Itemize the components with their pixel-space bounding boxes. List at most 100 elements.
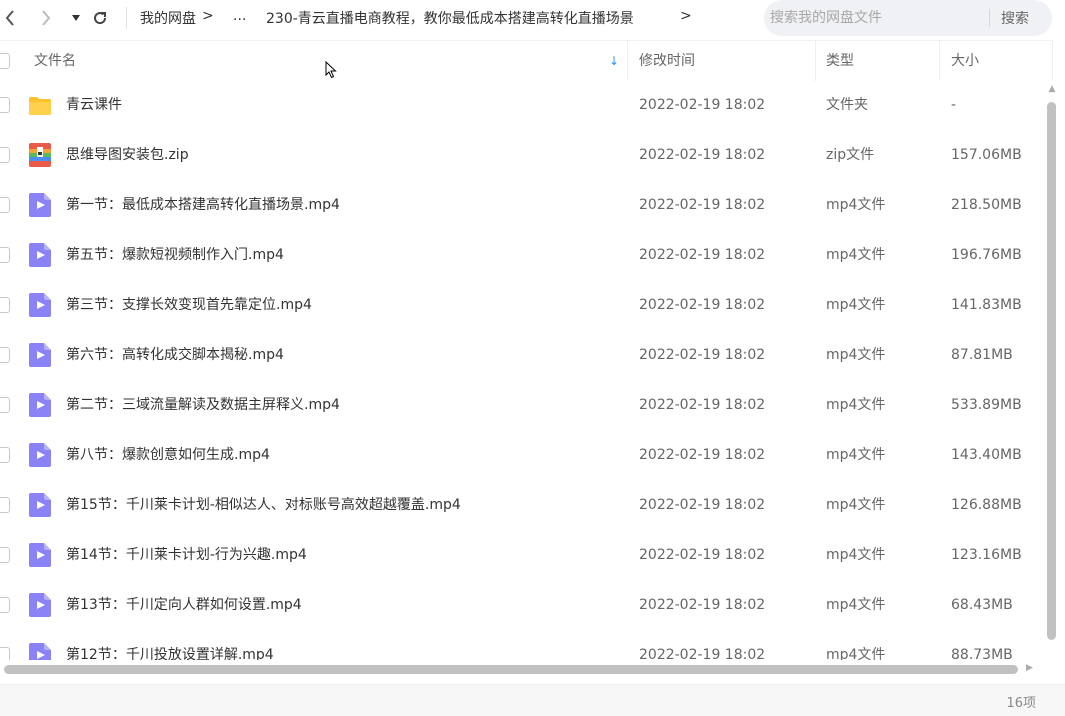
file-name[interactable]: 第15节：千川莱卡计划-相似达人、对标账号高效超越覆盖.mp4 — [66, 480, 461, 530]
file-name[interactable]: 第14节：千川莱卡计划-行为兴趣.mp4 — [66, 530, 307, 580]
row-checkbox[interactable] — [0, 447, 10, 463]
file-name[interactable]: 第12节：千川投放设置详解.mp4 — [66, 630, 274, 660]
file-row[interactable]: 第五节：爆款短视频制作入门.mp4 2022-02-19 18:02 mp4文件… — [0, 230, 1045, 280]
file-modified: 2022-02-19 18:02 — [639, 247, 766, 263]
video-icon — [29, 393, 51, 417]
vertical-scrollbar[interactable]: ▲ — [1045, 82, 1059, 642]
file-type: mp4文件 — [826, 397, 886, 413]
file-size: 143.40MB — [951, 447, 1022, 463]
file-size: 533.89MB — [951, 397, 1022, 413]
file-modified: 2022-02-19 18:02 — [639, 197, 766, 213]
breadcrumb-current-folder[interactable]: 230-青云直播电商教程，教你最低成本搭建高转化直播场景 — [266, 8, 680, 28]
breadcrumb: 我的网盘 > ... 230-青云直播电商教程，教你最低成本搭建高转化直播场景 … — [140, 8, 692, 28]
column-divider[interactable] — [627, 41, 628, 81]
search-input[interactable] — [770, 8, 990, 28]
file-size: 218.50MB — [951, 197, 1022, 213]
folder-icon — [29, 97, 51, 115]
file-size: 157.06MB — [951, 147, 1022, 163]
row-checkbox[interactable] — [0, 347, 10, 363]
file-row[interactable]: 第15节：千川莱卡计划-相似达人、对标账号高效超越覆盖.mp4 2022-02-… — [0, 480, 1045, 530]
video-icon — [29, 243, 51, 267]
row-checkbox[interactable] — [0, 547, 10, 563]
file-type: mp4文件 — [826, 547, 886, 563]
video-icon — [29, 543, 51, 567]
horizontal-scrollbar[interactable]: ▶ — [0, 662, 1040, 676]
row-checkbox[interactable] — [0, 597, 10, 613]
column-header-type[interactable]: 类型 — [826, 41, 854, 81]
file-size: 141.83MB — [951, 297, 1022, 313]
file-type: 文件夹 — [826, 97, 868, 113]
back-button[interactable] — [0, 6, 22, 30]
file-type: mp4文件 — [826, 347, 886, 363]
column-divider[interactable] — [1052, 41, 1053, 81]
file-row[interactable]: 第三节：支撑长效变现首先靠定位.mp4 2022-02-19 18:02 mp4… — [0, 280, 1045, 330]
column-header-size[interactable]: 大小 — [951, 41, 979, 81]
file-name[interactable]: 思维导图安装包.zip — [66, 130, 189, 180]
file-name[interactable]: 第一节：最低成本搭建高转化直播场景.mp4 — [66, 180, 340, 230]
sort-descending-icon[interactable]: ↓ — [609, 41, 619, 81]
file-row[interactable]: 青云课件 2022-02-19 18:02 文件夹 - — [0, 80, 1045, 130]
file-modified: 2022-02-19 18:02 — [639, 547, 766, 563]
file-name[interactable]: 第八节：爆款创意如何生成.mp4 — [66, 430, 270, 480]
file-modified: 2022-02-19 18:02 — [639, 347, 766, 363]
file-row[interactable]: 第八节：爆款创意如何生成.mp4 2022-02-19 18:02 mp4文件 … — [0, 430, 1045, 480]
scroll-right-icon[interactable]: ▶ — [1026, 663, 1033, 673]
file-name[interactable]: 第五节：爆款短视频制作入门.mp4 — [66, 230, 284, 280]
search-button[interactable]: 搜索 — [1001, 8, 1029, 28]
file-row[interactable]: 第14节：千川莱卡计划-行为兴趣.mp4 2022-02-19 18:02 mp… — [0, 530, 1045, 580]
file-size: 88.73MB — [951, 647, 1013, 660]
row-checkbox[interactable] — [0, 247, 10, 263]
video-icon — [29, 643, 51, 660]
refresh-icon — [94, 12, 107, 25]
file-name[interactable]: 第六节：高转化成交脚本揭秘.mp4 — [66, 330, 284, 380]
file-row[interactable]: 思维导图安装包.zip 2022-02-19 18:02 zip文件 157.0… — [0, 130, 1045, 180]
file-row[interactable]: 第二节：三域流量解读及数据主屏释义.mp4 2022-02-19 18:02 m… — [0, 380, 1045, 430]
zip-icon — [29, 143, 51, 167]
file-modified: 2022-02-19 18:02 — [639, 447, 766, 463]
file-size: 123.16MB — [951, 547, 1022, 563]
file-modified: 2022-02-19 18:02 — [639, 647, 766, 660]
video-icon — [29, 593, 51, 617]
file-type: mp4文件 — [826, 597, 886, 613]
video-icon — [29, 293, 51, 317]
chevron-left-icon — [5, 10, 14, 26]
scroll-up-icon[interactable]: ▲ — [1047, 84, 1057, 94]
column-divider[interactable] — [815, 41, 816, 81]
row-checkbox[interactable] — [0, 97, 10, 113]
vertical-scroll-thumb[interactable] — [1047, 102, 1056, 640]
breadcrumb-ellipsis[interactable]: ... — [233, 8, 266, 28]
file-row[interactable]: 第六节：高转化成交脚本揭秘.mp4 2022-02-19 18:02 mp4文件… — [0, 330, 1045, 380]
select-all-checkbox[interactable] — [0, 53, 10, 69]
file-size: 68.43MB — [951, 597, 1013, 613]
horizontal-scroll-thumb[interactable] — [4, 665, 1018, 674]
caret-down-icon — [72, 15, 80, 21]
file-name[interactable]: 青云课件 — [66, 80, 122, 130]
breadcrumb-root[interactable]: 我的网盘 — [140, 8, 202, 28]
file-name[interactable]: 第13节：千川定向人群如何设置.mp4 — [66, 580, 302, 630]
file-name[interactable]: 第三节：支撑长效变现首先靠定位.mp4 — [66, 280, 312, 330]
file-name[interactable]: 第二节：三域流量解读及数据主屏释义.mp4 — [66, 380, 340, 430]
breadcrumb-arrow[interactable]: > — [680, 8, 692, 28]
file-size: - — [951, 97, 957, 113]
row-checkbox[interactable] — [0, 497, 10, 513]
refresh-button[interactable] — [88, 6, 112, 30]
status-bar: 16项 — [0, 684, 1065, 716]
column-header-name[interactable]: 文件名 — [34, 41, 76, 81]
file-type: zip文件 — [826, 147, 875, 163]
row-checkbox[interactable] — [0, 197, 10, 213]
history-dropdown-button[interactable] — [64, 6, 88, 30]
column-header-modified[interactable]: 修改时间 — [639, 41, 695, 81]
row-checkbox[interactable] — [0, 147, 10, 163]
nav-separator — [126, 7, 127, 29]
column-header: 文件名 ↓ 修改时间 类型 大小 — [0, 40, 1053, 81]
row-checkbox[interactable] — [0, 297, 10, 313]
file-row[interactable]: 第一节：最低成本搭建高转化直播场景.mp4 2022-02-19 18:02 m… — [0, 180, 1045, 230]
forward-button[interactable] — [34, 6, 58, 30]
file-row[interactable]: 第13节：千川定向人群如何设置.mp4 2022-02-19 18:02 mp4… — [0, 580, 1045, 630]
row-checkbox[interactable] — [0, 397, 10, 413]
file-modified: 2022-02-19 18:02 — [639, 497, 766, 513]
file-row[interactable]: 第12节：千川投放设置详解.mp4 2022-02-19 18:02 mp4文件… — [0, 630, 1045, 660]
column-divider[interactable] — [939, 41, 940, 81]
file-type: mp4文件 — [826, 647, 886, 660]
row-checkbox[interactable] — [0, 647, 10, 660]
